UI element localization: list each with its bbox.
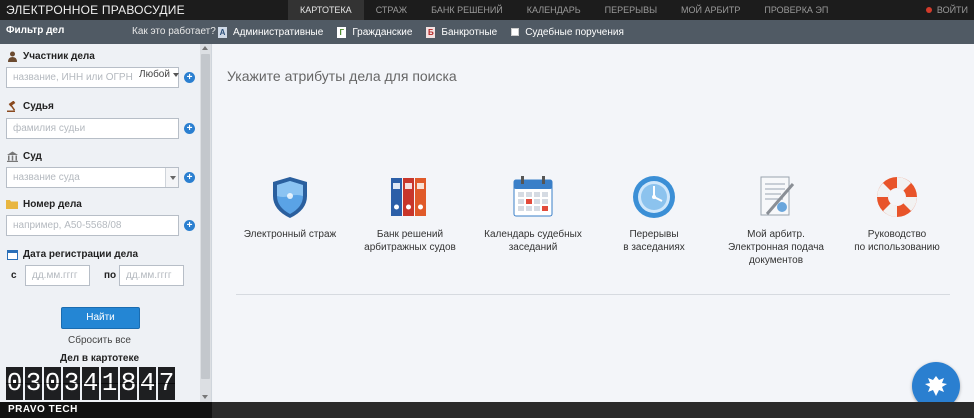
court-input[interactable] [6,167,179,188]
counter-digit: 1 [101,367,118,400]
nav-tab-strazh[interactable]: СТРАЖ [364,0,419,20]
checkbox-icon[interactable] [511,28,520,36]
clock-icon [631,174,677,220]
nav-tab-pereryvy[interactable]: ПЕРЕРЫВЫ [593,0,669,20]
judge-input[interactable] [6,118,179,139]
filter-bar: Фильтр дел Как это работает? А Администр… [0,20,974,44]
courthouse-icon [6,151,18,162]
calendar-icon [6,249,18,260]
document-pen-icon [753,174,799,220]
calendar-icon [510,174,556,220]
case-type-label: Гражданские [352,26,413,38]
add-judge-button[interactable]: + [184,123,195,134]
court-dropdown-button[interactable] [165,168,178,187]
nav-tab-moy-arbitr[interactable]: МОЙ АРБИТР [669,0,752,20]
participant-mode-dropdown[interactable]: Любой [139,69,179,80]
case-counter: 0 3 0 3 4 1 8 4 7 [6,367,177,400]
date-from-label: с [11,270,17,281]
date-to-label: по [104,270,117,281]
main-content: Укажите атрибуты дела для поиска Электро… [213,44,974,410]
login-link[interactable]: ВОЙТИ [925,0,968,20]
case-type-civil[interactable]: Г Гражданские [337,26,413,38]
card-court-calendar[interactable]: Календарь судебных заседаний [468,174,598,254]
card-user-guide[interactable]: Руководство по использованию [832,174,962,254]
nav-tab-bank-resheniy[interactable]: БАНК РЕШЕНИЙ [419,0,515,20]
date-to-input[interactable] [119,265,184,286]
counter-digit: 3 [63,367,80,400]
scroll-down-icon[interactable] [202,395,208,399]
card-recesses[interactable]: Перерывы в заседаниях [589,174,719,254]
how-it-works-link[interactable]: Как это работает? [132,26,216,37]
civil-icon: Г [337,26,347,38]
search-sidebar: Участник дела Любой + Судья + Суд + Номе… [0,44,212,402]
reset-all-link[interactable]: Сбросить все [0,335,199,346]
chevron-down-icon [170,176,176,180]
status-dot-icon [925,7,932,13]
judge-label: Судья [6,100,54,112]
court-label: Суд [6,151,42,162]
site-brand[interactable]: ЭЛЕКТРОННОЕ ПРАВОСУДИЕ [6,3,185,17]
counter-digit: 4 [139,367,156,400]
counter-digit: 0 [6,367,23,400]
reg-date-label: Дата регистрации дела [6,249,138,260]
bankruptcy-icon: Б [426,26,436,38]
bottom-bar: PRAVO TECH [0,402,974,418]
scroll-up-icon[interactable] [202,46,208,50]
date-from-input[interactable] [25,265,90,286]
login-label: ВОЙТИ [936,5,968,15]
case-number-input[interactable] [6,215,179,236]
counter-digit: 3 [25,367,42,400]
gavel-icon [6,100,18,112]
counter-digit: 4 [82,367,99,400]
case-type-label: Банкротные [441,26,498,38]
nav-tab-kartoteka[interactable]: КАРТОТЕКА [288,0,364,20]
binders-icon [387,174,433,220]
add-court-button[interactable]: + [184,172,195,183]
sidebar-scrollbar[interactable] [200,44,211,402]
scrollbar-thumb[interactable] [201,54,210,379]
card-decisions-bank[interactable]: Банк решений арбитражных судов [345,174,475,254]
find-button[interactable]: Найти [61,307,140,329]
bottom-bar-left: PRAVO TECH [0,402,212,418]
case-number-label: Номер дела [6,199,82,210]
top-navigation-bar: ЭЛЕКТРОННОЕ ПРАВОСУДИЕ КАРТОТЕКА СТРАЖ Б… [0,0,974,20]
shield-icon [267,174,313,220]
lifebuoy-icon [874,174,920,220]
pravo-tech-logo[interactable]: PRAVO TECH [8,404,78,415]
participant-label: Участник дела [6,51,95,62]
counter-digit: 7 [158,367,175,400]
administrative-icon: А [218,26,227,38]
card-electronic-guard[interactable]: Электронный страж [225,174,355,241]
chevron-down-icon [172,72,179,77]
nav-tab-calendar[interactable]: КАЛЕНДАРЬ [515,0,593,20]
case-type-label: Административные [233,26,324,38]
divider [236,294,950,295]
case-count-title: Дел в картотеке [59,353,140,364]
card-my-arbiter[interactable]: Мой арбитр. Электронная подача документо… [711,174,841,267]
person-icon [6,51,18,62]
main-nav: КАРТОТЕКА СТРАЖ БАНК РЕШЕНИЙ КАЛЕНДАРЬ П… [288,0,840,20]
case-type-filters: А Административные Г Гражданские Б Банкр… [218,20,638,44]
case-type-bankruptcy[interactable]: Б Банкротные [426,26,498,38]
add-participant-button[interactable]: + [184,72,195,83]
page-title: Укажите атрибуты дела для поиска [227,68,457,84]
case-type-label: Судебные поручения [525,26,624,38]
case-type-administrative[interactable]: А Административные [218,26,324,38]
service-cards: Электронный страж Банк решений арбитражн… [213,174,974,274]
nav-tab-proverka-ep[interactable]: ПРОВЕРКА ЭП [752,0,840,20]
counter-digit: 8 [120,367,137,400]
filter-title: Фильтр дел [6,25,65,36]
counter-digit: 0 [44,367,61,400]
add-case-number-button[interactable]: + [184,220,195,231]
folder-icon [6,199,18,210]
case-type-court-orders[interactable]: Судебные поручения [511,27,624,38]
